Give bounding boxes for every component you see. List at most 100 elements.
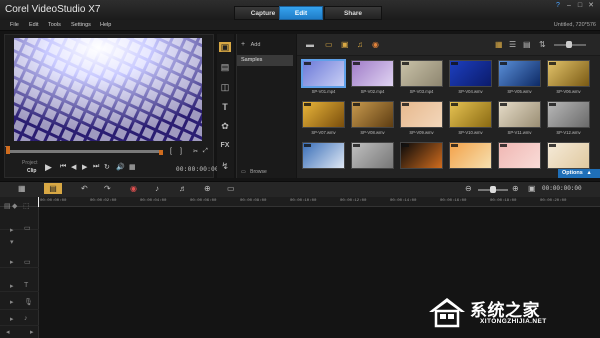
library-thumbnail[interactable] — [400, 142, 443, 169]
library-thumbnail[interactable] — [449, 60, 492, 87]
mode-project[interactable]: Project — [22, 160, 38, 166]
folder-samples[interactable]: Samples — [237, 55, 293, 66]
show-photos-icon[interactable]: ▣ — [341, 40, 349, 49]
auto-music-icon[interactable]: ♬ — [179, 184, 187, 193]
menu-settings[interactable]: Settings — [71, 22, 91, 28]
zoom-in-icon[interactable]: ⊕ — [512, 184, 519, 193]
library-thumbnail[interactable] — [302, 142, 345, 169]
title-track-toggle-icon[interactable]: ▸ — [10, 282, 14, 290]
browse-button[interactable]: ▭ Browse — [241, 169, 267, 175]
path-icon[interactable]: ↯ — [219, 161, 231, 171]
graphic-icon[interactable]: ✿ — [219, 121, 231, 131]
mark-out-button[interactable]: ] — [180, 148, 182, 155]
details-view-icon[interactable]: ▤ — [523, 40, 531, 49]
tab-share[interactable]: Share — [324, 6, 382, 20]
next-frame-icon[interactable]: ▶ — [82, 163, 87, 171]
show-audio-icon[interactable]: ♫ — [357, 40, 363, 49]
library-thumbnail[interactable] — [302, 101, 345, 128]
media-icon[interactable]: ▣ — [219, 42, 231, 52]
library-thumbnail[interactable] — [400, 101, 443, 128]
scroll-left-icon[interactable]: ◂ — [6, 328, 10, 336]
motion-tracking-icon[interactable]: ⊕ — [204, 184, 211, 193]
menu-edit[interactable]: Edit — [29, 22, 38, 28]
sort-icon[interactable]: ⇅ — [539, 40, 546, 49]
list-view-icon[interactable]: ☰ — [509, 40, 516, 49]
video-badge-icon — [353, 62, 360, 65]
library-thumbnail[interactable] — [302, 60, 345, 87]
tab-edit[interactable]: Edit — [279, 6, 323, 20]
library-thumbnail[interactable] — [547, 60, 590, 87]
subtitle-editor-icon[interactable]: ▭ — [227, 184, 235, 193]
track-manager-icon[interactable]: ▤ — [4, 202, 11, 210]
menu-help[interactable]: Help — [100, 22, 111, 28]
split-clip-icon[interactable]: ✂ — [193, 148, 198, 155]
menu-file[interactable]: File — [10, 22, 19, 28]
library-thumbnail[interactable] — [449, 101, 492, 128]
chapter-point-icon[interactable]: ◆ — [12, 202, 17, 210]
previous-frame-icon[interactable]: ◀ — [71, 163, 76, 171]
voice-track-toggle-icon[interactable]: ▸ — [10, 298, 14, 306]
music-track-row — [0, 312, 39, 326]
trim-start-handle[interactable] — [6, 146, 10, 154]
ripple-edit-icon[interactable]: ⬚ — [23, 202, 30, 210]
instant-project-icon[interactable]: ▤ — [219, 62, 231, 72]
play-icon[interactable]: ▶ — [45, 162, 52, 173]
preview-scrubber[interactable] — [8, 150, 163, 153]
timeline-view-icon[interactable]: ▤ — [44, 183, 62, 194]
video-track-toggle-icon[interactable]: ▸ — [10, 226, 14, 234]
fit-project-icon[interactable]: ▣ — [528, 184, 536, 193]
thumbnail-label: SP-V02.mp4 — [360, 89, 385, 94]
music-track-icon: ♪ — [24, 315, 28, 322]
preview-timecode[interactable]: 00:00:00:00 — [176, 166, 219, 173]
thumbnail-size-handle[interactable] — [566, 41, 572, 48]
redo-icon[interactable]: ↷ — [104, 184, 111, 193]
import-icon[interactable]: ◉ — [372, 40, 379, 49]
library-thumbnail[interactable] — [498, 142, 541, 169]
ripple-toggle-icon[interactable]: ▾ — [10, 238, 14, 246]
video-badge-icon — [549, 144, 556, 147]
thumbnail-view-icon[interactable]: ▦ — [495, 40, 503, 49]
library-thumbnail[interactable] — [449, 142, 492, 169]
zoom-preview-icon[interactable]: ⤢ — [203, 148, 208, 155]
fit-icon[interactable]: ▦ — [129, 163, 136, 171]
undo-icon[interactable]: ↶ — [81, 184, 88, 193]
library-thumbnail[interactable] — [351, 101, 394, 128]
menu-tools[interactable]: Tools — [48, 22, 61, 28]
add-folder-button[interactable]: + Add — [241, 41, 260, 48]
transition-icon[interactable]: ◫ — [219, 82, 231, 92]
sound-mixer-icon[interactable]: ♪ — [155, 184, 159, 193]
zoom-slider-handle[interactable] — [490, 186, 496, 193]
library-thumbnail[interactable] — [498, 101, 541, 128]
mark-in-button[interactable]: [ — [170, 148, 172, 155]
trim-end-handle[interactable] — [159, 150, 163, 155]
help-icon[interactable]: ? — [553, 2, 563, 10]
end-icon[interactable]: ⏭ — [93, 163, 99, 171]
filter-icon[interactable]: FX — [219, 141, 231, 151]
repeat-icon[interactable]: ↻ — [104, 163, 110, 171]
library-thumbnail[interactable] — [498, 60, 541, 87]
library-thumbnail[interactable] — [547, 101, 590, 128]
library-thumbnail[interactable] — [400, 60, 443, 87]
project-info: Untitled, 720*576 — [553, 22, 596, 28]
zoom-out-icon[interactable]: ⊖ — [465, 184, 472, 193]
options-button[interactable]: Options ▲ — [558, 169, 600, 178]
volume-icon[interactable]: 🔊 — [116, 163, 125, 171]
overlay-track-toggle-icon[interactable]: ▸ — [10, 258, 14, 266]
show-videos-icon[interactable]: ▭ — [325, 40, 333, 49]
thumbnail-label: SP-V09.wmv — [409, 130, 434, 135]
minimize-icon[interactable]: – — [564, 2, 574, 10]
library-thumbnail[interactable] — [351, 142, 394, 169]
folder-up-icon[interactable]: ▬ — [306, 40, 314, 49]
close-icon[interactable]: ✕ — [586, 2, 596, 10]
scroll-right-icon[interactable]: ▸ — [30, 328, 34, 336]
maximize-icon[interactable]: □ — [575, 2, 585, 10]
video-badge-icon — [500, 144, 507, 147]
home-icon[interactable]: ⏮ — [60, 163, 66, 171]
library-thumbnail[interactable] — [351, 60, 394, 87]
mode-clip[interactable]: Clip — [27, 168, 36, 174]
storyboard-view-icon[interactable]: ▦ — [18, 184, 26, 193]
library-thumbnail[interactable] — [547, 142, 590, 169]
music-track-toggle-icon[interactable]: ▸ — [10, 315, 14, 323]
title-icon[interactable]: T — [219, 102, 231, 112]
record-capture-icon[interactable]: ◉ — [130, 184, 137, 193]
